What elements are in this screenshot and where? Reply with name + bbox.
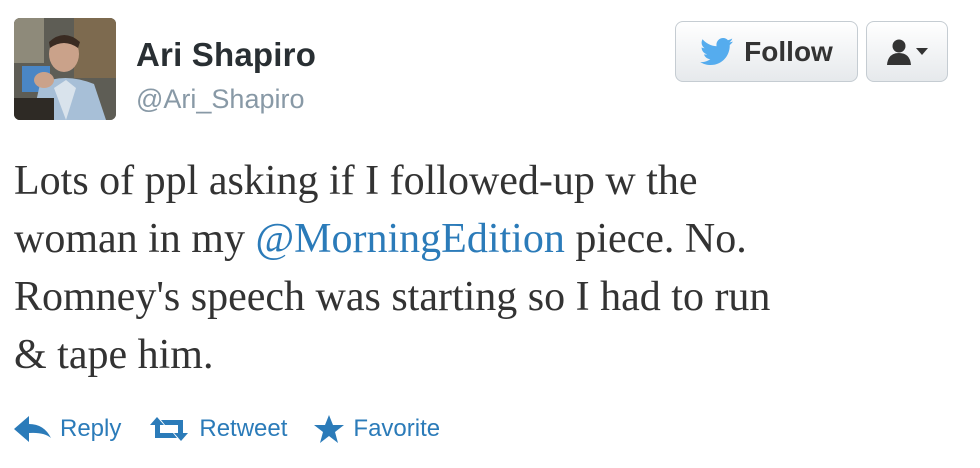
star-icon: [314, 415, 345, 443]
reply-icon: [14, 416, 51, 442]
follow-button[interactable]: Follow: [675, 21, 858, 82]
mention-link[interactable]: @MorningEdition: [255, 216, 564, 262]
author-handle[interactable]: @Ari_Shapiro: [136, 84, 305, 115]
user-actions-button[interactable]: [866, 21, 948, 82]
tweet-line: & tape him.: [14, 326, 964, 384]
tweet-text: Lots of ppl asking if I followed-up w th…: [14, 152, 964, 384]
tweet-text-segment: piece. No.: [564, 216, 747, 262]
tweet-line: woman in my @MorningEdition piece. No.: [14, 210, 964, 268]
retweet-button[interactable]: Retweet: [147, 414, 287, 444]
avatar[interactable]: [14, 18, 116, 120]
tweet-line: Lots of ppl asking if I followed-up w th…: [14, 152, 964, 210]
favorite-label: Favorite: [353, 415, 441, 442]
reply-label: Reply: [60, 415, 122, 442]
author-name[interactable]: Ari Shapiro: [136, 36, 316, 74]
tweet-text-segment: Romney's speech was starting so I had to…: [14, 274, 771, 320]
tweet-text-segment: woman in my: [14, 216, 256, 262]
retweet-icon: [150, 417, 189, 441]
reply-button[interactable]: Reply: [14, 414, 121, 444]
favorite-button[interactable]: Favorite: [313, 414, 440, 444]
caret-down-icon: [916, 47, 928, 55]
twitter-bird-icon: [700, 37, 734, 65]
avatar-photo: [14, 18, 116, 120]
retweet-label: Retweet: [199, 415, 288, 442]
user-icon: [887, 39, 911, 65]
follow-label: Follow: [744, 35, 833, 67]
tweet-line: Romney's speech was starting so I had to…: [14, 268, 964, 326]
tweet-text-segment: & tape him.: [14, 332, 214, 378]
tweet-actions: Reply Retweet Favorite: [14, 414, 466, 444]
tweet-text-segment: Lots of ppl asking if I followed-up w th…: [14, 158, 698, 204]
